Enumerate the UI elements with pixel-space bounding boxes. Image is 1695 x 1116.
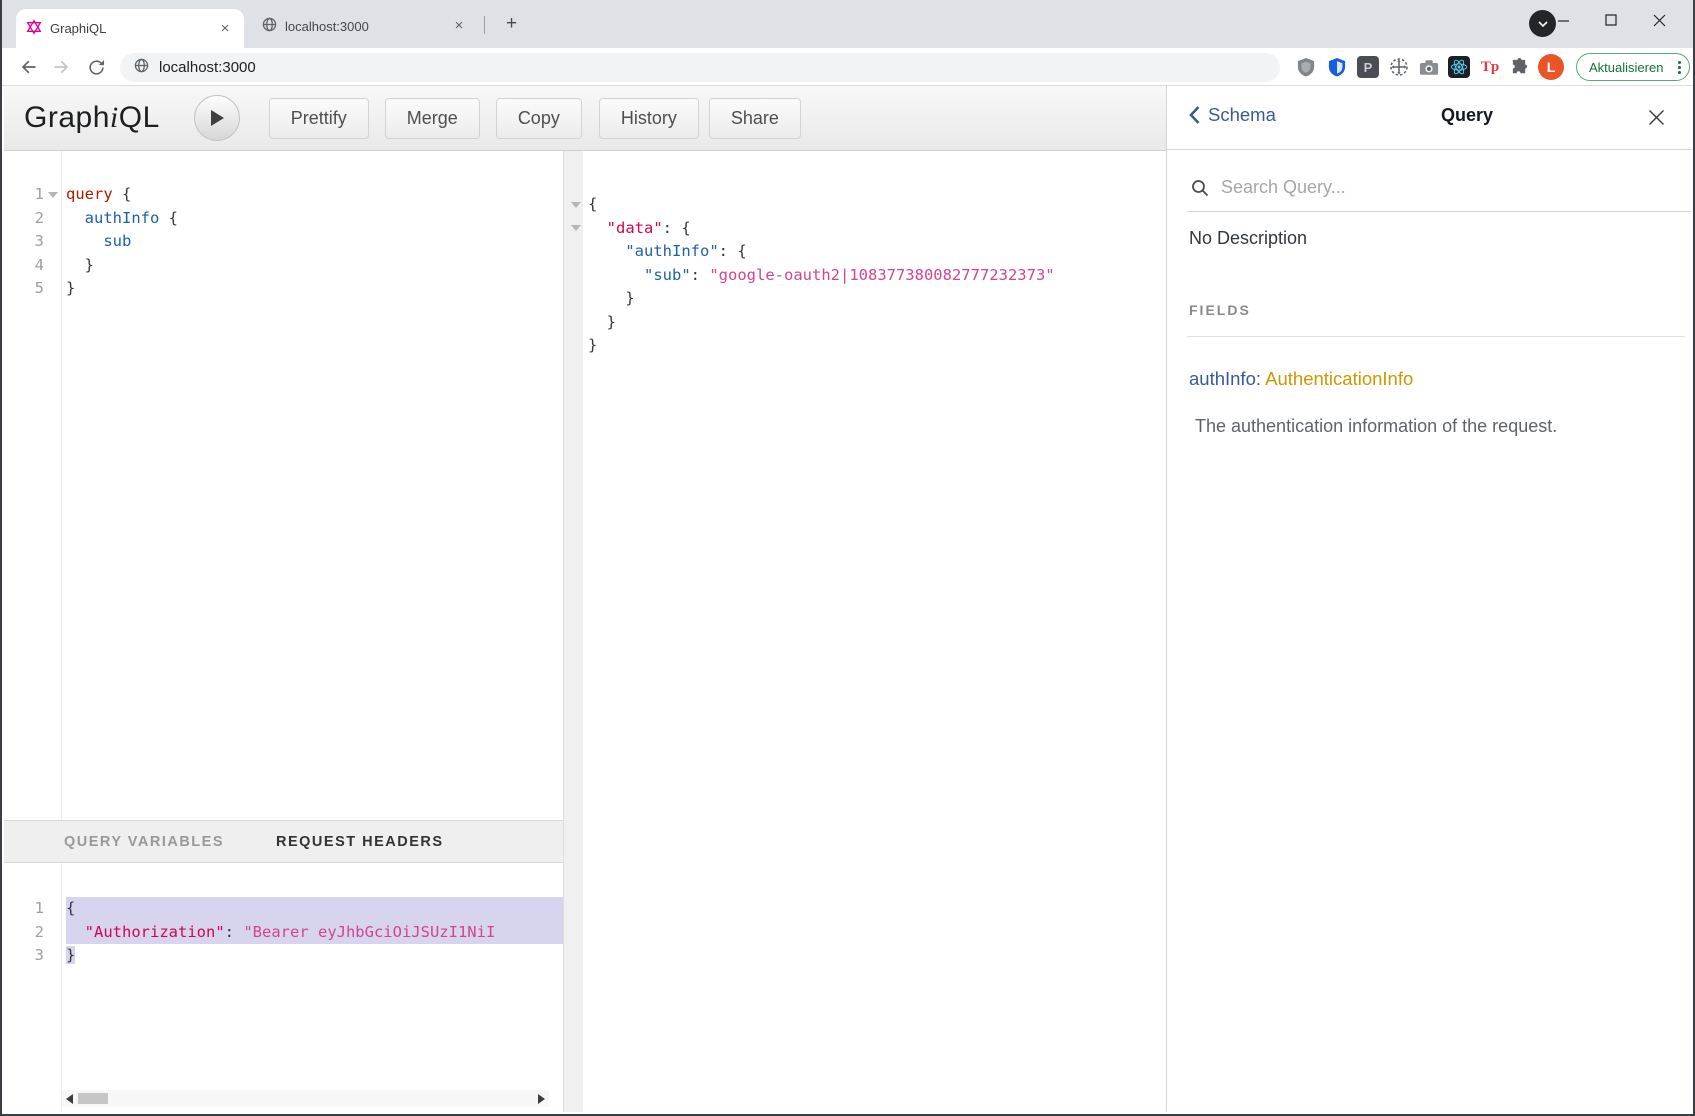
execute-query-button[interactable] — [194, 95, 240, 141]
request-headers-editor[interactable]: 123 { "Authorization": "Bearer eyJhbGciO… — [4, 863, 563, 1112]
react-devtools-icon[interactable] — [1448, 56, 1470, 78]
close-icon — [1648, 109, 1665, 126]
headers-editor-code[interactable]: { "Authorization": "Bearer eyJhbGciOiJSU… — [4, 863, 563, 1112]
tab-request-headers[interactable]: REQUEST HEADERS — [276, 834, 444, 850]
reload-icon — [87, 58, 106, 77]
window-minimize-button[interactable] — [1540, 0, 1586, 40]
close-icon — [1653, 14, 1666, 27]
browser-titlebar: GraphiQL × localhost:3000 × + — [2, 0, 1693, 48]
secondary-editor-tabs: QUERY VARIABLES REQUEST HEADERS — [4, 820, 563, 863]
doc-field-row: authInfo: AuthenticationInfo — [1189, 368, 1413, 390]
tab-title: GraphiQL — [50, 21, 208, 36]
refresh-label: Aktualisieren — [1589, 60, 1678, 75]
doc-explorer-header: Schema Query — [1167, 86, 1691, 150]
globe-icon — [262, 17, 277, 35]
doc-field-name-link[interactable]: authInfo — [1189, 368, 1256, 389]
tab-title: localhost:3000 — [285, 19, 442, 34]
result-viewer: { "data": { "authInfo": { "sub": "google… — [564, 151, 1170, 1112]
reload-button[interactable] — [84, 55, 108, 79]
tab-close-icon[interactable]: × — [450, 17, 468, 35]
doc-no-description: No Description — [1189, 228, 1307, 249]
doc-back-label: Schema — [1208, 104, 1276, 126]
history-button[interactable]: History — [599, 98, 699, 139]
tab-separator — [484, 16, 485, 34]
doc-field-description: The authentication information of the re… — [1195, 416, 1557, 437]
profile-avatar[interactable]: L — [1538, 54, 1564, 80]
doc-search-input[interactable] — [1221, 177, 1691, 198]
crosshair-capture-icon[interactable] — [1388, 56, 1410, 78]
share-button[interactable]: Share — [709, 98, 801, 139]
browser-window: GraphiQL × localhost:3000 × + — [0, 0, 1695, 1116]
scrollbar-thumb[interactable] — [78, 1093, 108, 1104]
doc-field-separator: : — [1256, 368, 1265, 389]
back-button[interactable] — [16, 55, 40, 79]
kebab-menu-icon[interactable] — [1678, 61, 1681, 74]
query-editor[interactable]: 12345 query { authInfo { sub }} — [4, 151, 563, 820]
doc-close-button[interactable] — [1645, 106, 1667, 128]
refresh-extension-button[interactable]: Aktualisieren — [1576, 53, 1690, 81]
maximize-icon — [1605, 14, 1617, 26]
window-close-button[interactable] — [1636, 0, 1682, 40]
forward-button[interactable] — [50, 55, 74, 79]
extension-p-icon[interactable]: P — [1357, 56, 1379, 78]
result-pane: { "data": { "authInfo": { "sub": "google… — [563, 151, 1170, 1112]
graphiql-toolbar: GraphiQL Prettify Merge Copy History Sha… — [4, 86, 1170, 151]
back-arrow-icon — [18, 57, 38, 77]
scroll-right-arrow-icon[interactable] — [538, 1094, 545, 1104]
forward-arrow-icon — [52, 57, 72, 77]
horizontal-scrollbar[interactable] — [62, 1090, 549, 1107]
doc-title: Query — [1422, 105, 1512, 126]
new-tab-button[interactable]: + — [498, 11, 525, 38]
window-maximize-button[interactable] — [1588, 0, 1634, 40]
tab-query-variables[interactable]: QUERY VARIABLES — [64, 834, 224, 850]
play-icon — [209, 109, 225, 127]
ublock-shield-icon[interactable] — [1295, 56, 1317, 78]
graphiql-workspace: 12345 query { authInfo { sub }} QUERY VA… — [4, 151, 1170, 1112]
browser-navbar: localhost:3000 P Tp L Aktualisieren — [2, 48, 1693, 86]
result-viewer-code: { "data": { "authInfo": { "sub": "google… — [564, 151, 1170, 1112]
doc-explorer-panel: Schema Query No Description FIELDS authI… — [1166, 86, 1691, 1112]
extensions-puzzle-icon[interactable] — [1508, 56, 1530, 78]
chevron-left-icon — [1189, 106, 1200, 124]
doc-back-link[interactable]: Schema — [1189, 104, 1276, 126]
tab-close-icon[interactable]: × — [216, 20, 234, 38]
doc-fields-heading: FIELDS — [1189, 302, 1251, 318]
merge-button[interactable]: Merge — [385, 98, 480, 139]
copy-button[interactable]: Copy — [496, 98, 582, 139]
graphql-logo-icon — [26, 19, 42, 38]
browser-tab-localhost[interactable]: localhost:3000 × — [254, 12, 476, 40]
address-bar[interactable]: localhost:3000 — [120, 53, 1280, 82]
globe-icon — [134, 58, 149, 78]
scroll-left-arrow-icon[interactable] — [66, 1094, 73, 1104]
doc-field-type-link[interactable]: AuthenticationInfo — [1265, 368, 1413, 389]
minimize-icon — [1557, 14, 1570, 27]
extension-tp-icon[interactable]: Tp — [1479, 56, 1501, 78]
bitwarden-shield-icon[interactable] — [1326, 56, 1348, 78]
browser-tab-graphiql[interactable]: GraphiQL × — [16, 9, 244, 48]
query-pane: 12345 query { authInfo { sub }} QUERY VA… — [4, 151, 563, 1112]
search-icon — [1191, 179, 1209, 197]
doc-fields-divider — [1187, 336, 1685, 337]
query-editor-code[interactable]: query { authInfo { sub }} — [4, 151, 563, 820]
graphiql-logo: GraphiQL — [24, 101, 160, 135]
prettify-button[interactable]: Prettify — [269, 98, 369, 139]
camera-screenshot-icon[interactable] — [1418, 56, 1440, 78]
doc-search-row — [1187, 164, 1691, 212]
address-url: localhost:3000 — [159, 59, 256, 76]
